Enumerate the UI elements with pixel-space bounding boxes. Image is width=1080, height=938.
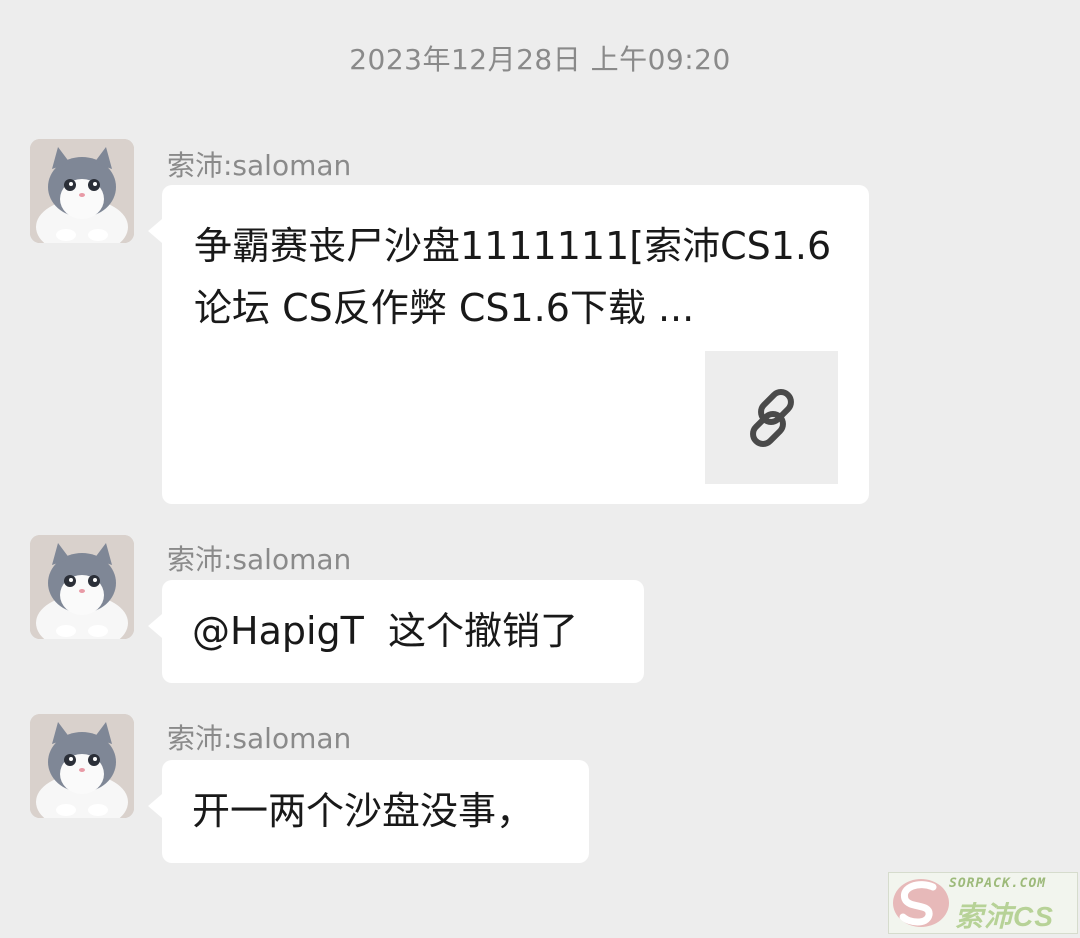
- sender-name: 索沛:saloman: [167, 543, 352, 576]
- text-message-bubble[interactable]: @HapigT 这个撤销了: [148, 580, 644, 683]
- link-icon: [749, 388, 794, 447]
- cat-avatar-image: [30, 139, 134, 243]
- watermark-brand: 索沛CS: [955, 901, 1054, 932]
- link-title: 争霸赛丧尸沙盘1111111[索沛CS1.6论坛 CS反作弊 CS1.6下载 .…: [194, 224, 832, 330]
- site-watermark: SORPACK.COM 索沛CS: [888, 872, 1078, 934]
- chat-timestamp: 2023年12月28日 上午09:20: [349, 43, 731, 76]
- link-thumbnail: [705, 351, 838, 484]
- text-message-bubble[interactable]: 开一两个沙盘没事，: [148, 760, 589, 863]
- sender-avatar[interactable]: [30, 139, 134, 243]
- message-text: 开一两个沙盘没事，: [192, 789, 535, 833]
- sender-avatar[interactable]: [30, 714, 134, 818]
- cat-avatar-image: [30, 714, 134, 818]
- watermark-site: SORPACK.COM: [949, 876, 1047, 891]
- cat-avatar-image: [30, 535, 134, 639]
- sender-name: 索沛:saloman: [167, 722, 352, 755]
- link-message-bubble[interactable]: 争霸赛丧尸沙盘1111111[索沛CS1.6论坛 CS反作弊 CS1.6下载 .…: [148, 185, 869, 504]
- watermark-logo-icon: [893, 879, 949, 927]
- message-text: @HapigT 这个撤销了: [192, 609, 579, 653]
- sender-avatar[interactable]: [30, 535, 134, 639]
- sender-name: 索沛:saloman: [167, 149, 352, 182]
